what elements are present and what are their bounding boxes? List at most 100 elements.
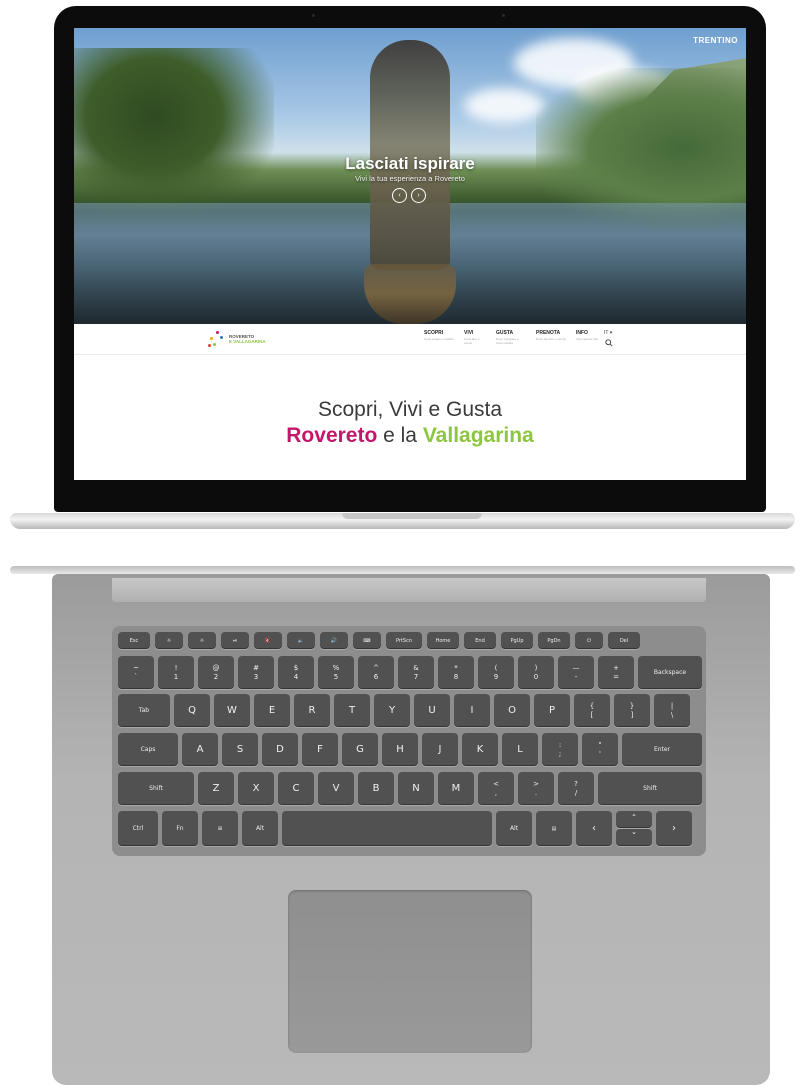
key-fn-4[interactable]: 🔇 — [254, 632, 282, 649]
key-fn-5[interactable]: 🔉 — [287, 632, 315, 649]
key-num-12[interactable]: + = — [598, 656, 634, 689]
key-num-0[interactable]: ~ ` — [118, 656, 154, 689]
key-b[interactable]: B — [358, 772, 394, 805]
hero-title: Lasciati ispirare — [345, 154, 475, 173]
key-m[interactable]: M — [438, 772, 474, 805]
trackpad[interactable] — [288, 890, 532, 1053]
arrow-left-key[interactable]: ‹ — [576, 811, 612, 846]
key-g[interactable]: G — [342, 733, 378, 766]
enter-key[interactable]: Enter — [622, 733, 702, 766]
key-fn-13[interactable]: ⏻ — [575, 632, 603, 649]
key-fn-11[interactable]: PgUp — [501, 632, 533, 649]
nav-item-vivi[interactable]: VIVI Cosa fare e eventi — [464, 330, 486, 345]
key-sym-a0[interactable]: :; — [542, 733, 578, 766]
key-w[interactable]: W — [214, 694, 250, 727]
key-s[interactable]: S — [222, 733, 258, 766]
tab-key[interactable]: Tab — [118, 694, 170, 727]
alt-left-key[interactable]: Alt — [242, 811, 278, 846]
key-fn-1[interactable]: ☼ — [155, 632, 183, 649]
key-num-4[interactable]: $4 — [278, 656, 314, 689]
key-fn-9[interactable]: Home — [427, 632, 459, 649]
nav-hint: Cosa vedere e visitare — [424, 337, 454, 341]
key-r[interactable]: R — [294, 694, 330, 727]
menu-key-icon[interactable]: ▤ — [536, 811, 572, 846]
caps-key[interactable]: Caps — [118, 733, 178, 766]
key-p[interactable]: P — [534, 694, 570, 727]
fn-key[interactable]: Fn — [162, 811, 198, 846]
key-fn-8[interactable]: PrtScn — [386, 632, 422, 649]
key-h[interactable]: H — [382, 733, 418, 766]
arrow-right-key[interactable]: › — [656, 811, 692, 846]
key-t[interactable]: T — [334, 694, 370, 727]
key-fn-6[interactable]: 🔊 — [320, 632, 348, 649]
key-k[interactable]: K — [462, 733, 498, 766]
key-n[interactable]: N — [398, 772, 434, 805]
key-num-11[interactable]: — - — [558, 656, 594, 689]
arrow-down-key[interactable]: ˇ — [616, 829, 652, 846]
key-d[interactable]: D — [262, 733, 298, 766]
key-num-5[interactable]: % 5 — [318, 656, 354, 689]
nav-label: GUSTA — [496, 330, 514, 336]
key-f[interactable]: F — [302, 733, 338, 766]
shift-left-key[interactable]: Shift — [118, 772, 194, 805]
nav-item-info[interactable]: INFO Informazioni utili — [576, 330, 598, 345]
key-sym-z2[interactable]: ? / — [558, 772, 594, 805]
arrow-up-key[interactable]: ˆ — [616, 811, 652, 828]
key-a[interactable]: A — [182, 733, 218, 766]
key-c[interactable]: C — [278, 772, 314, 805]
windows-icon[interactable]: ⊞ — [202, 811, 238, 846]
key-num-9[interactable]: (9 — [478, 656, 514, 689]
key-q[interactable]: Q — [174, 694, 210, 727]
key-fn-0[interactable]: Esc — [118, 632, 150, 649]
key-sym-q1[interactable]: }] — [614, 694, 650, 727]
key-fn-2[interactable]: ☼ — [188, 632, 216, 649]
key-num-8[interactable]: * 8 — [438, 656, 474, 689]
key-x[interactable]: X — [238, 772, 274, 805]
language-selector[interactable]: IT ▾ — [604, 330, 612, 336]
key-sym-z1[interactable]: >. — [518, 772, 554, 805]
nav-item-prenota[interactable]: PRENOTA Dove dormire e servizi — [536, 330, 566, 345]
vallagarina-highlight: Vallagarina — [422, 424, 534, 447]
key-fn-3[interactable]: ⏯ — [221, 632, 249, 649]
key-fn-12[interactable]: PgDn — [538, 632, 570, 649]
shift-right-key[interactable]: Shift — [598, 772, 702, 805]
key-z[interactable]: Z — [198, 772, 234, 805]
key-num-7[interactable]: & 7 — [398, 656, 434, 689]
key-j[interactable]: J — [422, 733, 458, 766]
backspace-key[interactable]: Backspace — [638, 656, 702, 689]
key-num-2[interactable]: @2 — [198, 656, 234, 689]
key-u[interactable]: U — [414, 694, 450, 727]
nav-item-gusta[interactable]: GUSTA Dove mangiare e cosa gustare — [496, 330, 526, 345]
key-num-3[interactable]: #3 — [238, 656, 274, 689]
chevron-right-icon[interactable]: › — [411, 188, 426, 203]
intro-subheading: Rovereto e la Vallagarina — [74, 424, 746, 448]
hero-controls: ‹ › — [392, 188, 426, 203]
key-sym-z0[interactable]: <, — [478, 772, 514, 805]
key-num-6[interactable]: ^ 6 — [358, 656, 394, 689]
hero-subtitle: Vivi la tua esperienza a Rovereto — [355, 174, 465, 183]
nav-item-scopri[interactable]: SCOPRI Cosa vedere e visitare — [424, 330, 454, 345]
search-icon[interactable] — [605, 339, 613, 347]
key-sym-a1[interactable]: " ' — [582, 733, 618, 766]
key-sym-q0[interactable]: {[ — [574, 694, 610, 727]
key-fn-14[interactable]: Del — [608, 632, 640, 649]
key-i[interactable]: I — [454, 694, 490, 727]
key-y[interactable]: Y — [374, 694, 410, 727]
chevron-left-icon[interactable]: ‹ — [392, 188, 407, 203]
key-sym-q2[interactable]: | \ — [654, 694, 690, 727]
logo-text: ROVERETO E VALLAGARINA — [229, 334, 266, 344]
key-fn-10[interactable]: End — [464, 632, 496, 649]
key-l[interactable]: L — [502, 733, 538, 766]
base-edge — [10, 566, 795, 574]
spacebar-key[interactable] — [282, 811, 492, 846]
key-num-1[interactable]: ! 1 — [158, 656, 194, 689]
key-e[interactable]: E — [254, 694, 290, 727]
alt-right-key[interactable]: Alt — [496, 811, 532, 846]
key-fn-7[interactable]: ⌨ — [353, 632, 381, 649]
key-v[interactable]: V — [318, 772, 354, 805]
ctrl-key[interactable]: Ctrl — [118, 811, 158, 846]
key-o[interactable]: O — [494, 694, 530, 727]
key-num-10[interactable]: ) 0 — [518, 656, 554, 689]
trentino-logo[interactable]: TRENTINO — [693, 36, 738, 45]
site-logo[interactable]: ROVERETO E VALLAGARINA — [208, 331, 266, 347]
